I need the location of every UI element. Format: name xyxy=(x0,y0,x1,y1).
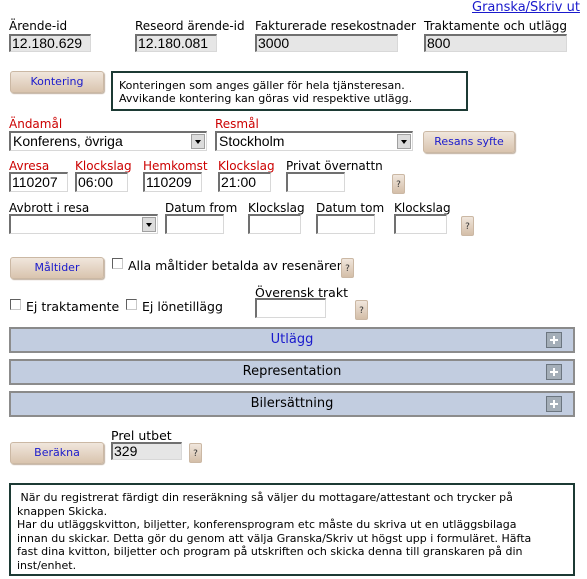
prel-utbet-field: 329 xyxy=(111,442,182,460)
note-line-2: knappen Skicka. xyxy=(17,504,108,518)
kontering-note-line1: Konteringen som anges gäller för hela tj… xyxy=(119,79,405,92)
avresa-input[interactable]: 110207 xyxy=(9,172,68,192)
klockslag-avresa-label: Klockslag xyxy=(75,159,132,173)
andamal-value: Konferens, övriga xyxy=(13,133,123,149)
kontering-note-line2: Avvikande kontering kan göras vid respek… xyxy=(119,92,413,105)
klockslag-from-input[interactable] xyxy=(248,214,301,234)
dropdown-arrow-icon[interactable] xyxy=(142,217,156,232)
hemkomst-label: Hemkomst xyxy=(143,159,208,173)
ej-lonetillagg-label: Ej lönetillägg xyxy=(142,299,223,314)
traktamente-utlagg-label: Traktamente och utlägg xyxy=(424,19,568,33)
privat-overnattning-input[interactable] xyxy=(286,172,345,192)
avbrott-label: Avbrott i resa xyxy=(9,201,90,215)
ej-traktamente-checkbox[interactable] xyxy=(10,299,21,310)
kontering-note: Konteringen som anges gäller för hela tj… xyxy=(111,71,468,111)
arende-id-field: 12.180.629 xyxy=(9,34,91,52)
note-line-1: När du registrerat färdigt din reseräkni… xyxy=(17,491,513,504)
klockslag-hemkomst-input[interactable]: 21:00 xyxy=(218,172,271,192)
klockslag-hemkomst-label: Klockslag xyxy=(218,159,275,173)
traktamente-utlagg-field: 800 xyxy=(424,34,567,52)
fakturerade-label: Fakturerade resekostnader xyxy=(255,19,416,33)
datum-tom-input[interactable] xyxy=(316,214,375,234)
andamal-select[interactable]: Konferens, övriga xyxy=(9,131,207,151)
klockslag-tom-label: Klockslag xyxy=(394,201,451,215)
note-line-6: inst/enhet. xyxy=(17,558,77,572)
help-berakna-button[interactable]: ? xyxy=(189,443,202,463)
alla-maltider-checkbox[interactable] xyxy=(112,258,123,269)
help-avbrott-button[interactable]: ? xyxy=(461,216,474,236)
klockslag-from-label: Klockslag xyxy=(248,201,305,215)
expand-plus-icon[interactable] xyxy=(546,332,562,348)
overensk-trakt-input[interactable] xyxy=(255,298,326,318)
note-line-4: innan du skickar. Detta gör du genom att… xyxy=(17,531,532,545)
berakna-button[interactable]: Beräkna xyxy=(10,442,104,464)
section-bilersattning[interactable]: Bilersättning xyxy=(9,391,575,417)
prel-utbet-label: Prel utbet xyxy=(111,428,172,443)
andamal-label: Ändamål xyxy=(9,117,63,131)
expand-plus-icon[interactable] xyxy=(546,364,562,380)
section-representation-label: Representation xyxy=(242,364,342,379)
note-line-5: fast dina kvitton, biljetter och program… xyxy=(17,545,523,558)
submit-instructions-note: När du registrerat färdigt din reseräkni… xyxy=(9,483,575,576)
note-line-3: Har du utläggskvitton, biljetter, konfer… xyxy=(17,518,517,531)
resmal-value: Stockholm xyxy=(219,133,285,149)
dropdown-arrow-icon[interactable] xyxy=(191,134,205,149)
section-representation[interactable]: Representation xyxy=(9,359,575,385)
expand-plus-icon[interactable] xyxy=(546,396,562,412)
maltider-button[interactable]: Måltider xyxy=(10,257,104,279)
datum-from-input[interactable] xyxy=(165,214,224,234)
klockslag-avresa-input[interactable]: 06:00 xyxy=(75,172,128,192)
datum-from-label: Datum from xyxy=(165,201,238,215)
reseord-arende-id-field: 12.180.081 xyxy=(135,34,217,52)
resmal-select[interactable]: Stockholm xyxy=(215,131,413,151)
resmal-label: Resmål xyxy=(215,117,259,131)
hemkomst-input[interactable]: 110209 xyxy=(143,172,202,192)
help-overensk-button[interactable]: ? xyxy=(355,300,368,320)
section-utlagg-label: Utlägg xyxy=(270,332,314,347)
help-privat-button[interactable]: ? xyxy=(392,174,405,194)
ej-lonetillagg-checkbox[interactable] xyxy=(126,299,137,310)
kontering-button[interactable]: Kontering xyxy=(10,71,104,93)
ej-traktamente-label: Ej traktamente xyxy=(26,299,120,314)
privat-overnattning-label: Privat övernattn xyxy=(286,159,383,173)
print-preview-link[interactable]: Granska/Skriv ut xyxy=(472,0,580,15)
resans-syfte-button[interactable]: Resans syfte xyxy=(423,131,515,153)
dropdown-arrow-icon[interactable] xyxy=(397,134,411,149)
section-bilersattning-label: Bilersättning xyxy=(250,396,334,411)
datum-tom-label: Datum tom xyxy=(316,201,385,215)
help-maltider-button[interactable]: ? xyxy=(341,258,354,278)
fakturerade-field: 3000 xyxy=(255,34,398,52)
reseord-arende-id-label: Reseord ärende-id xyxy=(135,19,245,33)
arende-id-label: Ärende-id xyxy=(9,19,68,33)
avbrott-select[interactable] xyxy=(9,214,158,234)
section-utlagg[interactable]: Utlägg xyxy=(9,327,575,353)
avresa-label: Avresa xyxy=(9,159,50,173)
klockslag-tom-input[interactable] xyxy=(394,214,447,234)
alla-maltider-label: Alla måltider betalda av resenären xyxy=(128,258,345,273)
